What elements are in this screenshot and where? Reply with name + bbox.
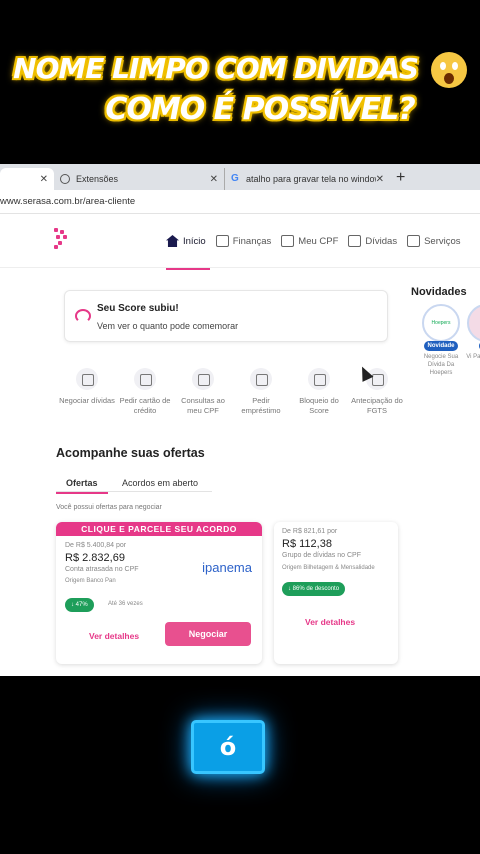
details-link[interactable]: Ver detalhes: [89, 631, 139, 641]
browser-tab-current[interactable]: ✕: [0, 168, 54, 190]
nav-label: Serviços: [424, 235, 461, 247]
ipanema-logo: ipanema: [202, 560, 252, 575]
shortcut-antecipacao-fgts[interactable]: Antecipação do FGTS: [348, 368, 406, 416]
tab-acordos[interactable]: Acordos em aberto: [122, 478, 198, 488]
shortcut-emprestimo[interactable]: Pedir empréstimo: [232, 368, 290, 416]
browser-tab-google[interactable]: G atalho para gravar tela no window ✕: [224, 168, 390, 190]
nav-servicos[interactable]: Serviços: [407, 214, 461, 268]
nav-inicio[interactable]: Início: [166, 214, 210, 270]
novidade-badge: Novidade: [424, 341, 458, 351]
negociar-button[interactable]: Negociar: [165, 622, 251, 646]
shortcut-bloqueio-score[interactable]: Bloqueio do Score: [290, 368, 348, 416]
nav-dividas[interactable]: Dívidas: [348, 214, 397, 268]
offer-price: R$ 112,38: [282, 538, 332, 550]
offers-info: Você possui ofertas para negociar: [56, 504, 162, 511]
site-header: Início Finanças Meu CPF Dívidas Serviços: [0, 214, 480, 270]
tab-label: atalho para gravar tela no window: [245, 174, 376, 184]
offers-title: Acompanhe suas ofertas: [56, 446, 205, 460]
browser-window: ✕ Extensões ✕ G atalho para gravar tela …: [0, 164, 480, 676]
browser-tab-extensions[interactable]: Extensões ✕: [54, 168, 224, 190]
offer-desc: Conta atrasada no CPF: [65, 566, 139, 573]
google-icon: G: [231, 173, 239, 184]
novidade-label: Vi Para: [466, 354, 480, 360]
shortcut-negociar-dividas[interactable]: Negociar dívidas: [58, 368, 116, 416]
hoepers-logo-icon: Hoepers: [422, 304, 460, 342]
grid-icon: [407, 235, 421, 247]
puzzle-icon: [60, 174, 70, 184]
installments-text: Até 36 vezes: [108, 601, 143, 607]
offer-card: De R$ 821,61 por R$ 112,38 Grupo de dívi…: [274, 522, 398, 664]
caption-text-1: NOME LIMPO COM DIVIDAS: [13, 52, 419, 85]
shortcut-consultas-cpf[interactable]: Consultas ao meu CPF: [174, 368, 232, 416]
document-icon: [76, 368, 98, 390]
home-icon: [166, 235, 179, 247]
shortcuts-row: Negociar dívidas Pedir cartão de crédito…: [58, 368, 406, 416]
shortcut-label: Negociar dívidas: [59, 396, 115, 405]
keyboard-key-icon: ó: [191, 720, 265, 774]
money-hand-icon: [250, 368, 272, 390]
id-card-icon: [281, 235, 295, 247]
nav-label: Dívidas: [365, 235, 398, 247]
offers-tabs: Ofertas Acordos em aberto: [56, 472, 212, 494]
novidade-card[interactable]: No Vi Para: [466, 304, 480, 361]
main-nav: Início Finanças Meu CPF Dívidas Serviços: [166, 214, 471, 270]
details-link[interactable]: Ver detalhes: [305, 617, 355, 627]
gauge-icon: [75, 309, 91, 323]
discount-badge: ↓ 47%: [65, 598, 94, 612]
shortcut-label: Pedir empréstimo: [241, 396, 281, 415]
tab-ofertas[interactable]: Ofertas: [56, 478, 107, 494]
close-tab-icon[interactable]: ✕: [376, 174, 384, 185]
offer-banner[interactable]: CLIQUE E PARCELE SEU ACORDO: [56, 522, 262, 536]
novidades-title: Novidades: [411, 286, 467, 298]
gauge-icon: [308, 368, 330, 390]
shortcut-label: Antecipação do FGTS: [351, 396, 403, 415]
offer-original-price: De R$ 5.400,84 por: [65, 542, 127, 549]
score-subtitle: Vem ver o quanto pode comemorar: [97, 321, 239, 331]
screaming-face-emoji-icon: [430, 52, 467, 88]
shortcut-label: Pedir cartão de crédito: [119, 396, 171, 415]
tab-bar: ✕ Extensões ✕ G atalho para gravar tela …: [0, 164, 480, 190]
nav-meu-cpf[interactable]: Meu CPF: [281, 214, 338, 268]
caption-line-2: COMO É POSSÍVEL?: [105, 92, 415, 127]
nav-label: Meu CPF: [298, 235, 339, 247]
offer-desc: Grupo de dívidas no CPF: [282, 552, 361, 559]
discount-badge: ↓ 86% de desconto: [282, 582, 346, 596]
document-dollar-icon: [348, 235, 362, 247]
person-avatar-icon: [467, 304, 480, 342]
close-tab-icon[interactable]: ✕: [210, 174, 218, 185]
novidade-card[interactable]: Hoepers Novidade Negocie Sua Dívida Da H…: [421, 304, 461, 377]
offer-card: CLIQUE E PARCELE SEU ACORDO De R$ 5.400,…: [56, 522, 262, 664]
offer-original-price: De R$ 821,61 por: [282, 528, 338, 535]
chart-icon: [215, 235, 229, 247]
tab-label: Extensões: [76, 174, 119, 184]
credit-card-icon: [134, 368, 156, 390]
score-title: Seu Score subiu!: [97, 303, 179, 314]
score-card[interactable]: Seu Score subiu! Vem ver o quanto pode c…: [64, 290, 388, 342]
caption-line-1: NOME LIMPO COM DIVIDAS: [0, 52, 480, 88]
novidade-label: Negocie Sua Dívida Da Hoepers: [423, 354, 459, 376]
offer-origin: Origem Bilhetagem & Mensalidade: [282, 565, 375, 571]
nav-financas[interactable]: Finanças: [215, 214, 272, 268]
shortcut-cartao-credito[interactable]: Pedir cartão de crédito: [116, 368, 174, 416]
nav-label: Finanças: [232, 235, 272, 247]
nav-label: Início: [183, 235, 206, 247]
close-tab-icon[interactable]: ✕: [40, 174, 48, 185]
url-text[interactable]: www.serasa.com.br/area-cliente: [0, 196, 135, 207]
offer-price: R$ 2.832,69: [65, 552, 125, 564]
shortcut-label: Bloqueio do Score: [299, 396, 339, 415]
offer-origin: Origem Banco Pan: [65, 578, 116, 584]
shortcut-label: Consultas ao meu CPF: [181, 396, 225, 415]
serasa-logo-icon[interactable]: [54, 228, 72, 250]
search-id-icon: [192, 368, 214, 390]
new-tab-button[interactable]: +: [396, 169, 405, 187]
address-bar[interactable]: www.serasa.com.br/area-cliente: [0, 190, 480, 214]
